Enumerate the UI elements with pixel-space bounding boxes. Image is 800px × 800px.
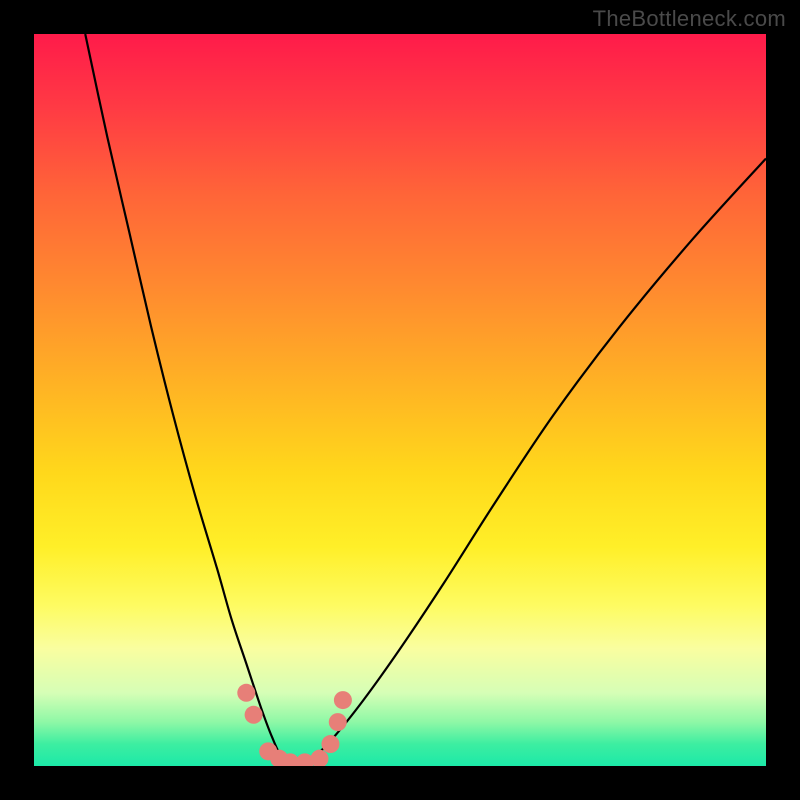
optimal-range-markers bbox=[34, 34, 766, 766]
marker-point bbox=[237, 684, 255, 702]
marker-point bbox=[329, 713, 347, 731]
plot-area bbox=[34, 34, 766, 766]
chart-frame: TheBottleneck.com bbox=[0, 0, 800, 800]
marker-point bbox=[245, 706, 263, 724]
marker-point bbox=[310, 750, 328, 766]
marker-point bbox=[334, 691, 352, 709]
marker-point bbox=[321, 735, 339, 753]
watermark-text: TheBottleneck.com bbox=[593, 6, 786, 32]
